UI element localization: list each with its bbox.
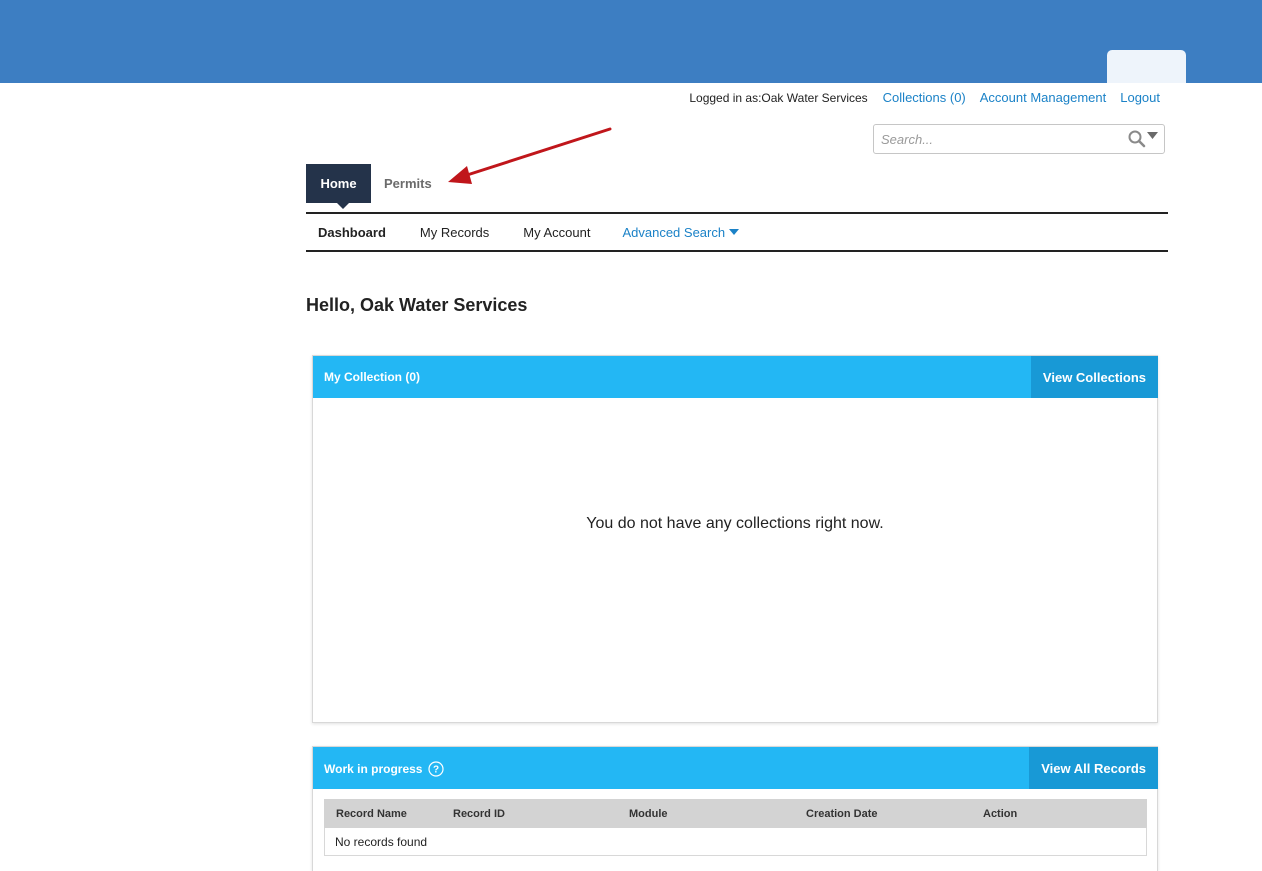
search-icon[interactable] xyxy=(1127,129,1147,149)
my-collection-header: My Collection (0) View Collections xyxy=(313,356,1158,398)
work-in-progress-header: Work in progress ? View All Records xyxy=(313,747,1158,789)
my-collection-title: My Collection (0) xyxy=(324,370,421,384)
table-row: No records found xyxy=(324,828,1147,856)
dashboard-subnav: Dashboard My Records My Account Advanced… xyxy=(306,212,1168,252)
subnav-my-account[interactable]: My Account xyxy=(523,225,590,240)
banner-tab xyxy=(1107,50,1186,83)
search-box xyxy=(873,124,1165,154)
search-options-caret-icon[interactable] xyxy=(1147,132,1158,140)
header-banner xyxy=(0,0,1262,83)
logged-in-label: Logged in as:Oak Water Services xyxy=(689,90,868,105)
column-module[interactable]: Module xyxy=(629,808,668,820)
view-all-records-button[interactable]: View All Records xyxy=(1029,747,1158,789)
work-in-progress-panel: Work in progress ? View All Records Reco… xyxy=(312,746,1158,871)
collections-empty-message: You do not have any collections right no… xyxy=(586,515,884,532)
my-collection-panel: My Collection (0) View Collections You d… xyxy=(312,355,1158,723)
work-in-progress-title: Work in progress xyxy=(324,762,423,776)
logout-link[interactable]: Logout xyxy=(1120,90,1160,105)
subnav-dashboard[interactable]: Dashboard xyxy=(318,225,386,240)
account-management-link[interactable]: Account Management xyxy=(980,90,1106,105)
annotation-arrow xyxy=(448,127,612,184)
caret-down-icon xyxy=(729,228,740,235)
column-action: Action xyxy=(983,807,1018,820)
tab-permits[interactable]: Permits xyxy=(384,164,432,203)
subnav-advanced-search[interactable]: Advanced Search xyxy=(622,224,740,240)
column-record-id[interactable]: Record ID xyxy=(453,808,505,820)
view-collections-button[interactable]: View Collections xyxy=(1030,356,1158,398)
column-record-name[interactable]: Record Name xyxy=(336,808,407,820)
search-input[interactable] xyxy=(874,125,1118,153)
top-links-bar: Logged in as:Oak Water Services Collecti… xyxy=(689,90,1160,105)
records-table-header: Record Name Record ID Module Creation Da… xyxy=(324,799,1147,828)
column-creation-date[interactable]: Creation Date xyxy=(806,808,878,820)
work-in-progress-title-wrap: Work in progress ? xyxy=(324,761,445,777)
collections-link[interactable]: Collections (0) xyxy=(883,90,966,105)
advanced-search-label: Advanced Search xyxy=(622,224,726,240)
page-greeting: Hello, Oak Water Services xyxy=(306,295,528,315)
records-table: Record Name Record ID Module Creation Da… xyxy=(324,799,1147,856)
subnav-my-records[interactable]: My Records xyxy=(420,225,489,240)
help-icon[interactable]: ? xyxy=(428,761,445,777)
no-records-message: No records found xyxy=(335,834,428,849)
svg-text:?: ? xyxy=(433,765,439,776)
tab-home[interactable]: Home xyxy=(306,164,371,209)
